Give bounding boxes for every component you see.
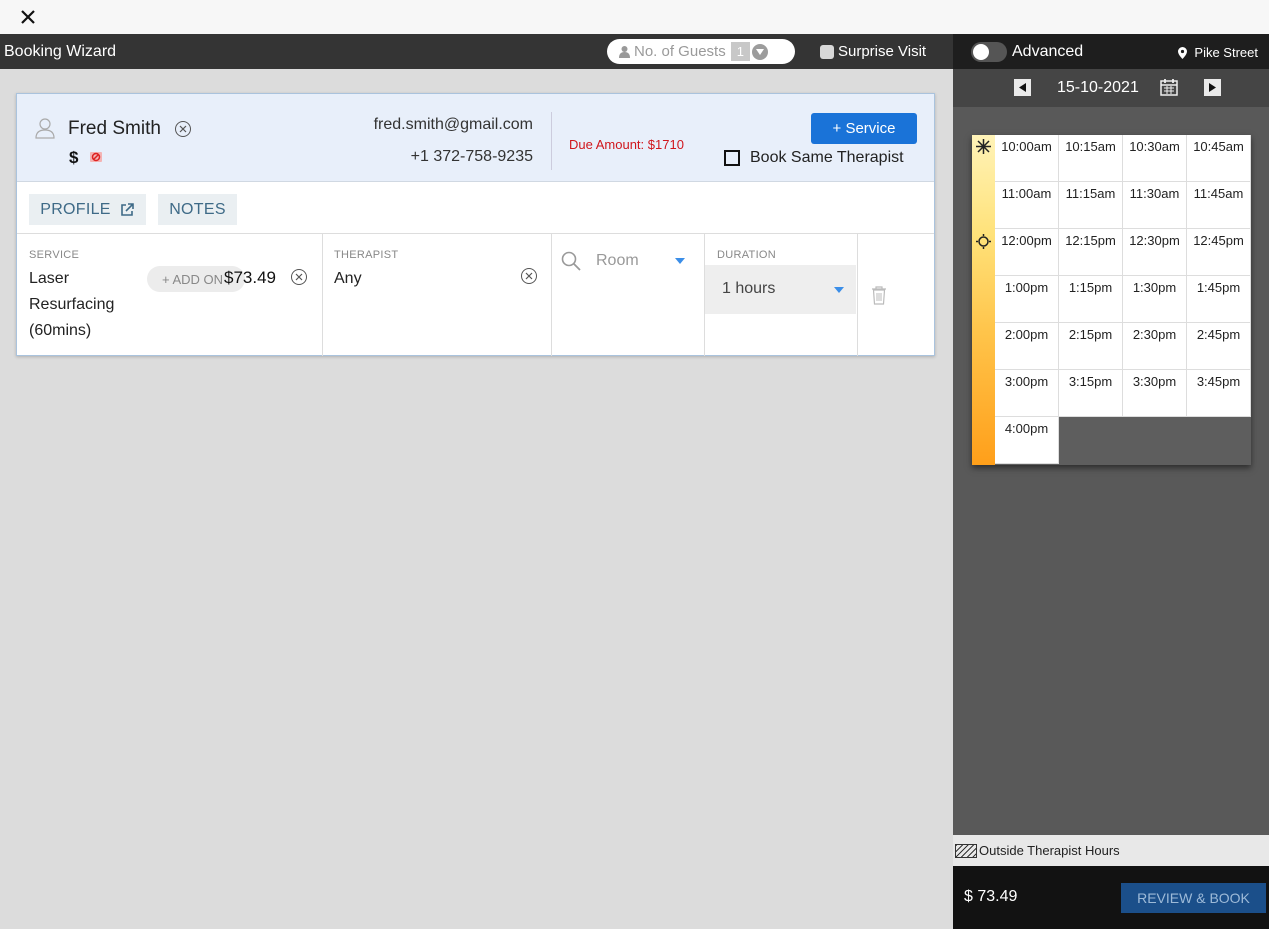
profile-button[interactable]: PROFILE — [29, 194, 146, 225]
time-slot[interactable]: 11:45am — [1187, 182, 1251, 229]
divider — [551, 234, 552, 356]
guests-selector[interactable]: No. of Guests 1 — [607, 39, 795, 64]
trash-icon[interactable] — [871, 285, 887, 305]
time-slot[interactable]: 11:30am — [1123, 182, 1187, 229]
time-slot[interactable]: 2:00pm — [995, 323, 1059, 370]
right-panel-header: Advanced Pike Street — [953, 34, 1269, 69]
location-name: Pike Street — [1194, 45, 1258, 60]
time-slot[interactable]: 2:45pm — [1187, 323, 1251, 370]
therapist-value[interactable]: Any — [334, 266, 362, 292]
external-link-icon — [120, 202, 134, 216]
duration-select[interactable]: 1 hours — [705, 265, 856, 314]
time-slot-grid: 10:00am 10:15am 10:30am 10:45am 11:00am 11:15… — [972, 135, 1251, 465]
time-slot[interactable]: 12:45pm — [1187, 229, 1251, 276]
time-slot[interactable]: 1:00pm — [995, 276, 1059, 323]
legend-label: Outside Therapist Hours — [979, 843, 1120, 858]
right-panel: Advanced Pike Street 15-10-2021 10:00am 1… — [953, 34, 1269, 929]
advanced-toggle[interactable] — [971, 42, 1007, 62]
hatch-swatch-icon — [955, 843, 977, 858]
booking-row: SERVICE Laser Resurfacing (60mins) + ADD… — [17, 233, 934, 356]
time-slot[interactable]: 10:45am — [1187, 135, 1251, 182]
search-icon — [561, 251, 581, 271]
client-header: Fred Smith $ fred.smith@gmail.com +1 372… — [17, 94, 934, 182]
service-price: $73.49 — [224, 268, 276, 287]
close-icon[interactable] — [16, 5, 40, 29]
no-payment-icon — [90, 152, 102, 162]
time-slot[interactable]: 3:30pm — [1123, 370, 1187, 417]
time-slot[interactable]: 1:30pm — [1123, 276, 1187, 323]
chevron-down-icon[interactable] — [675, 258, 685, 264]
booking-header: Booking Wizard No. of Guests 1 Surprise … — [0, 34, 953, 69]
client-email: fred.smith@gmail.com — [373, 116, 533, 133]
total-amount: $ 73.49 — [964, 888, 1018, 905]
prev-day-button[interactable] — [1014, 79, 1031, 96]
snowflake-icon — [976, 139, 991, 154]
location[interactable]: Pike Street — [1178, 45, 1258, 60]
service-value[interactable]: Laser Resurfacing (60mins) — [29, 266, 139, 344]
time-slot[interactable]: 12:00pm — [995, 229, 1059, 276]
next-day-button[interactable] — [1204, 79, 1221, 96]
due-amount: Due Amount: $1710 — [569, 137, 684, 152]
service-label: SERVICE — [29, 249, 80, 261]
time-slot[interactable]: 3:00pm — [995, 370, 1059, 417]
chevron-down-icon — [834, 287, 844, 293]
time-slot[interactable]: 11:15am — [1059, 182, 1123, 229]
divider — [857, 234, 858, 356]
guests-count: 1 — [730, 42, 750, 61]
time-slot[interactable]: 12:15pm — [1059, 229, 1123, 276]
calendar-icon[interactable] — [1160, 78, 1178, 96]
footer: $ 73.49 REVIEW & BOOK — [953, 866, 1269, 929]
page-title: Booking Wizard — [4, 43, 117, 60]
time-slot[interactable]: 3:45pm — [1187, 370, 1251, 417]
duration-value: 1 hours — [722, 280, 776, 297]
sun-icon — [976, 234, 991, 249]
notes-label: NOTES — [169, 200, 226, 218]
date-navigator: 15-10-2021 — [953, 69, 1269, 107]
client-phone: +1 372-758-9235 — [410, 148, 533, 165]
remove-therapist-icon[interactable] — [520, 267, 538, 285]
room-select[interactable]: Room — [596, 252, 639, 270]
time-of-day-bar — [972, 135, 995, 465]
time-slot[interactable]: 3:15pm — [1059, 370, 1123, 417]
client-name: Fred Smith — [68, 118, 161, 139]
surprise-visit-checkbox[interactable]: Surprise Visit — [820, 43, 926, 60]
checkbox[interactable] — [820, 44, 834, 59]
notes-button[interactable]: NOTES — [158, 194, 237, 225]
advanced-label: Advanced — [1012, 43, 1084, 60]
selected-date[interactable]: 15-10-2021 — [1057, 79, 1139, 97]
chevron-down-icon[interactable] — [751, 43, 768, 60]
client-booking-card: Fred Smith $ fred.smith@gmail.com +1 372… — [16, 93, 935, 356]
therapist-label: THERAPIST — [334, 249, 399, 261]
time-slot[interactable]: 10:30am — [1123, 135, 1187, 182]
divider — [551, 112, 552, 170]
time-slot[interactable]: 1:45pm — [1187, 276, 1251, 323]
legend: Outside Therapist Hours — [953, 835, 1269, 866]
time-slot[interactable]: 12:30pm — [1123, 229, 1187, 276]
time-slot[interactable]: 2:15pm — [1059, 323, 1123, 370]
profile-label: PROFILE — [40, 200, 111, 218]
guests-label: No. of Guests — [634, 43, 726, 60]
review-book-button[interactable]: REVIEW & BOOK — [1121, 883, 1266, 913]
remove-client-icon[interactable] — [174, 120, 192, 138]
time-slot[interactable]: 10:00am — [995, 135, 1059, 182]
time-slot[interactable]: 11:00am — [995, 182, 1059, 229]
time-slot[interactable]: 2:30pm — [1123, 323, 1187, 370]
divider — [322, 234, 323, 356]
time-slot[interactable]: 4:00pm — [995, 417, 1059, 464]
duration-label: DURATION — [717, 249, 777, 261]
time-slot[interactable]: 1:15pm — [1059, 276, 1123, 323]
surprise-visit-label: Surprise Visit — [838, 43, 927, 60]
book-same-therapist-label: Book Same Therapist — [750, 149, 904, 166]
time-slot[interactable]: 10:15am — [1059, 135, 1123, 182]
user-icon — [35, 118, 55, 139]
add-service-button[interactable]: + Service — [811, 113, 917, 144]
currency-symbol: $ — [69, 148, 79, 167]
remove-service-icon[interactable] — [290, 268, 308, 286]
person-icon — [619, 45, 630, 58]
map-pin-icon — [1178, 46, 1188, 59]
toggle-knob — [973, 44, 989, 60]
checkbox[interactable] — [724, 150, 740, 166]
top-bar — [0, 0, 1269, 34]
book-same-therapist-checkbox[interactable]: Book Same Therapist — [724, 149, 904, 167]
